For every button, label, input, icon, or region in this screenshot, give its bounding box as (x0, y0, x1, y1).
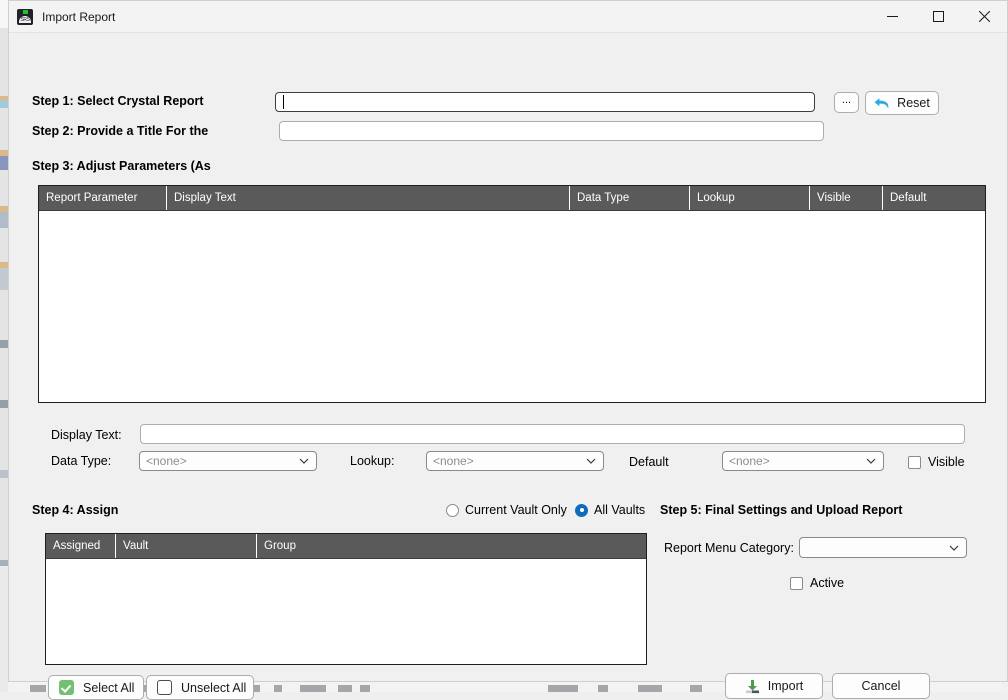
cancel-button-label: Cancel (861, 679, 901, 693)
column-group[interactable]: Group (257, 534, 646, 558)
step1-label: Step 1: Select Crystal Report (32, 94, 204, 108)
reset-button[interactable]: Reset (865, 91, 939, 115)
select-all-button[interactable]: Select All (48, 675, 144, 700)
window-title: Import Report (42, 9, 116, 24)
close-icon[interactable] (961, 1, 1007, 32)
report-menu-category-label: Report Menu Category: (664, 541, 794, 555)
empty-checkbox-icon (790, 576, 803, 590)
vault-assignment-grid[interactable]: Assigned Vault Group (45, 533, 647, 665)
active-checkbox-label: Active (810, 576, 845, 590)
parameters-grid-body (39, 211, 985, 402)
maximize-icon[interactable] (915, 1, 961, 32)
column-default[interactable]: Default (883, 186, 984, 210)
background-left-edge (0, 0, 8, 692)
column-visible[interactable]: Visible (810, 186, 883, 210)
default-label: Default (629, 455, 669, 469)
radio-current-vault-only-label: Current Vault Only (465, 503, 567, 517)
data-type-label: Data Type: (51, 454, 112, 468)
chevron-down-icon (866, 458, 876, 464)
browse-button[interactable]: ... (834, 92, 859, 113)
lookup-select[interactable]: <none> (426, 451, 604, 471)
crystal-report-path-input[interactable] (275, 92, 815, 112)
active-checkbox[interactable]: Active (790, 576, 844, 590)
visible-checkbox[interactable]: Visible (908, 455, 965, 469)
display-text-input[interactable] (140, 424, 965, 444)
column-assigned[interactable]: Assigned (46, 534, 116, 558)
chevron-down-icon (299, 458, 309, 464)
step4-label: Step 4: Assign (32, 503, 119, 517)
radio-selected-icon (575, 503, 588, 517)
radio-current-vault-only[interactable]: Current Vault Only (446, 503, 567, 517)
radio-all-vaults[interactable]: All Vaults (575, 503, 645, 517)
step2-label: Step 2: Provide a Title For the (32, 124, 209, 138)
import-report-dialog: SRS Import Report Step 1: Select Crystal… (8, 0, 1008, 700)
radio-all-vaults-label: All Vaults (594, 503, 646, 517)
report-title-input[interactable] (279, 121, 824, 141)
column-lookup[interactable]: Lookup (690, 186, 810, 210)
title-bar: SRS Import Report (9, 1, 1007, 33)
lookup-value: <none> (433, 454, 474, 468)
step5-label: Step 5: Final Settings and Upload Report (660, 503, 903, 517)
select-all-label: Select All (83, 680, 135, 695)
vault-grid-header: Assigned Vault Group (46, 534, 646, 559)
column-report-parameter[interactable]: Report Parameter (39, 186, 167, 210)
cancel-button[interactable]: Cancel (832, 673, 930, 699)
undo-arrow-icon (874, 97, 889, 109)
text-caret (283, 95, 284, 109)
minimize-icon[interactable] (869, 1, 915, 32)
display-text-label: Display Text: (51, 428, 122, 442)
unselect-all-button[interactable]: Unselect All (146, 675, 254, 700)
import-button-label: Import (767, 679, 804, 693)
empty-checkbox-icon (157, 680, 172, 695)
parameters-grid-header: Report Parameter Display Text Data Type … (39, 186, 985, 211)
parameters-grid[interactable]: Report Parameter Display Text Data Type … (38, 185, 986, 403)
data-type-select[interactable]: <none> (139, 451, 317, 471)
browse-button-label: ... (841, 93, 852, 106)
default-value: <none> (729, 454, 770, 468)
column-data-type[interactable]: Data Type (570, 186, 690, 210)
radio-icon (446, 503, 459, 517)
chevron-down-icon (586, 458, 596, 464)
column-display-text[interactable]: Display Text (167, 186, 570, 210)
lookup-label: Lookup: (350, 454, 395, 468)
app-dome-icon: SRS (17, 8, 33, 25)
empty-checkbox-icon (908, 455, 921, 469)
data-type-value: <none> (146, 454, 187, 468)
download-arrow-icon (745, 679, 759, 693)
vault-grid-body (46, 559, 646, 664)
step3-label: Step 3: Adjust Parameters (As (32, 159, 211, 173)
chevron-down-icon (949, 545, 959, 551)
report-menu-category-select[interactable] (799, 537, 967, 558)
default-select[interactable]: <none> (722, 451, 884, 471)
import-button[interactable]: Import (725, 673, 823, 699)
unselect-all-label: Unselect All (181, 680, 247, 695)
checked-checkbox-icon (59, 680, 74, 695)
visible-checkbox-label: Visible (928, 455, 965, 469)
dialog-content: Step 1: Select Crystal Report ... Reset … (9, 33, 1007, 700)
column-vault[interactable]: Vault (116, 534, 257, 558)
window-controls (869, 1, 1007, 32)
reset-button-label: Reset (897, 96, 930, 110)
